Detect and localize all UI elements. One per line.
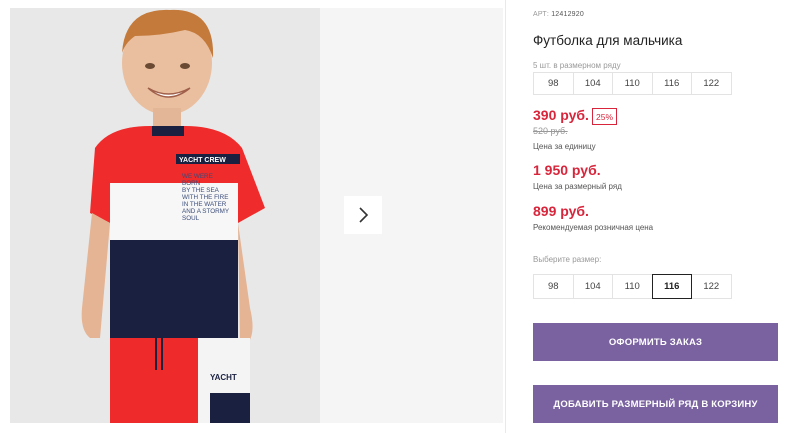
add-size-row-to-cart-button[interactable]: ДОБАВИТЬ РАЗМЕРНЫЙ РЯД В КОРЗИНУ: [533, 385, 778, 423]
shirt-tag-text: YACHT CREW: [179, 157, 226, 164]
product-page: YACHT CREW WE WERE BORN BY THE SEA WITH THE…: [0, 0, 800, 433]
gallery-next-button[interactable]: [344, 196, 382, 234]
choose-size-label: Выберите размер:: [533, 255, 602, 264]
discount-badge: 25%: [592, 108, 618, 125]
chevron-right-icon: [359, 207, 369, 223]
size-row-item: 110: [612, 72, 653, 95]
size-row-label: 5 шт. в размерном ряду: [533, 61, 621, 70]
sku-label: АРТ:: [533, 11, 550, 18]
size-row-list: 98 104 110 116 122: [533, 72, 732, 95]
size-option-104[interactable]: 104: [572, 274, 613, 299]
rrp-price: 899 руб.: [533, 203, 589, 219]
sku: АРТ: 12412920: [533, 11, 584, 18]
unit-price-caption: Цена за единицу: [533, 142, 596, 151]
shirt-print-line: BY THE SEA: [182, 187, 220, 194]
product-photo[interactable]: YACHT CREW WE WERE BORN BY THE SEA WITH THE…: [10, 8, 320, 423]
size-row-item: 98: [533, 72, 574, 95]
size-row-item: 104: [572, 72, 613, 95]
old-price: 520 руб.: [533, 126, 568, 136]
product-gallery: YACHT CREW WE WERE BORN BY THE SEA WITH THE…: [0, 0, 505, 433]
shirt-print-line: AND A STORMY: [182, 208, 230, 215]
panel-divider: [505, 0, 506, 433]
row-price: 1 950 руб.: [533, 162, 601, 178]
size-option-116[interactable]: 116: [651, 274, 692, 299]
shirt-print-line: WE WERE: [182, 173, 213, 180]
checkout-button[interactable]: ОФОРМИТЬ ЗАКАЗ: [533, 323, 778, 361]
rrp-caption: Рекомендуемая розничная цена: [533, 223, 654, 232]
size-option-122[interactable]: 122: [691, 274, 732, 299]
size-option-110[interactable]: 110: [612, 274, 653, 299]
product-title: Футболка для мальчика: [533, 33, 683, 48]
shirt-print-line: SOUL: [182, 215, 200, 222]
size-selector: 98 104 110 116 122: [533, 274, 732, 299]
size-option-98[interactable]: 98: [533, 274, 574, 299]
size-row-item: 116: [651, 72, 692, 95]
sku-value: 12412920: [551, 11, 584, 18]
shirt-print-line: BORN: [182, 180, 201, 187]
shirt-print-line: WITH THE FIRE: [182, 194, 228, 201]
shirt-print-line: IN THE WATER: [182, 201, 227, 208]
unit-price: 390 руб.: [533, 107, 589, 123]
size-row-item: 122: [691, 72, 732, 95]
shorts-text: YACHT: [210, 373, 237, 382]
row-price-caption: Цена за размерный ряд: [533, 182, 622, 191]
